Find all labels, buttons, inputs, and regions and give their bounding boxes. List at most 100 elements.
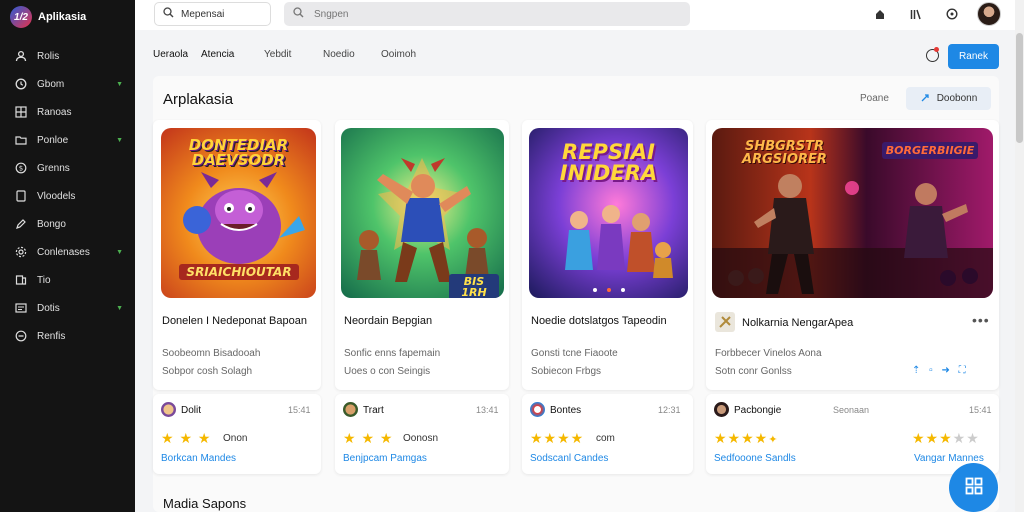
review-link[interactable]: Sedfooone Sandls <box>714 453 796 464</box>
dollar-icon: $ <box>14 161 28 175</box>
primary-action-button[interactable]: Ranek <box>948 44 999 69</box>
app-thumbnail[interactable]: REPSIAI INIDERA <box>529 128 688 298</box>
sidebar: 1/2 Aplikasia Rolis Gbom ▼ Ranoas Ponloe… <box>0 0 135 512</box>
review-time: 15:41 <box>969 405 992 415</box>
app-card[interactable]: BIS 1RH Neordain Bepgian Sonfic enns fap… <box>335 120 509 390</box>
app-meta: Uoes o con Seingis <box>344 366 431 377</box>
reviewer-name: Dolit <box>181 405 202 416</box>
sidebar-item-vloodels[interactable]: Vloodels <box>0 182 135 210</box>
more-options-icon[interactable]: ••• <box>972 312 990 328</box>
app-meta: Sobiecon Frbgs <box>531 366 602 377</box>
brand[interactable]: 1/2 Aplikasia <box>0 0 135 34</box>
app-card[interactable]: SHBGRSTR ARGSIORER BORGERBIIGIE Nolkarni… <box>706 120 999 390</box>
sidebar-item-label: Vloodels <box>37 190 76 202</box>
shield-icon <box>14 189 28 203</box>
review-card[interactable]: Dolit 15:41 ★ ★ ★ Onon Borkcan Mandes <box>153 394 321 474</box>
search-icon <box>293 7 304 21</box>
rating-stars: ★★★★✦ <box>714 430 779 446</box>
app-title[interactable]: Neordain Bepgian <box>344 314 504 328</box>
sidebar-item-renfis[interactable]: Renfis <box>0 322 135 350</box>
settings-icon[interactable] <box>945 7 959 21</box>
global-search-input[interactable] <box>314 8 614 20</box>
page-title: Arplakasia <box>163 91 234 108</box>
review-time: 12:31 <box>658 405 681 415</box>
sidebar-item-label: Ponloe <box>37 134 69 146</box>
reviewer-avatar <box>343 402 358 417</box>
thumbnail-title: DONTEDIAR DAEVSODR <box>188 136 289 169</box>
app-subtitle: Forbbecer Vinelos Aona <box>715 348 822 359</box>
review-card[interactable]: Trart 13:41 ★ ★ ★ Oonosn Benjpcam Pamgas <box>335 394 509 474</box>
chevron-down-icon[interactable]: ▼ <box>116 305 123 312</box>
app-title[interactable]: Donelen I Nedeponat Bapoan <box>162 314 312 328</box>
thumbnail-badge: SRIAICHIOUTAR <box>179 264 299 280</box>
sidebar-item-grenns[interactable]: $ Grenns <box>0 154 135 182</box>
app-name: Aplikasia <box>38 11 87 23</box>
sidebar-item-ranoas[interactable]: Ranoas <box>0 98 135 126</box>
review-time: 15:41 <box>288 405 311 415</box>
app-logo-icon: 1/2 <box>10 6 32 28</box>
review-time: Seonaan <box>833 405 870 415</box>
pen-icon <box>14 217 28 231</box>
sidebar-item-rolis[interactable]: Rolis <box>0 42 135 70</box>
search-box[interactable] <box>154 2 271 26</box>
app-title[interactable]: Noedie dotslatgos Tapeodin <box>531 314 691 328</box>
thumbnail-title: REPSIAI INIDERA <box>559 140 658 185</box>
folder-icon <box>14 133 28 147</box>
sidebar-item-label: Renfis <box>37 330 66 342</box>
sidebar-item-dotis[interactable]: Dotis ▼ <box>0 294 135 322</box>
chevron-down-icon[interactable]: ▼ <box>116 81 123 88</box>
app-mini-icon <box>715 312 735 332</box>
user-icon <box>14 49 28 63</box>
home-icon[interactable] <box>873 7 887 21</box>
app-subtitle: Gonsti tcne Fiaoote <box>531 348 618 359</box>
tab-atencia[interactable]: Atencia <box>201 49 234 60</box>
thumbnail-title: SHBGRSTR ARGSIORER <box>742 139 827 167</box>
top-bar <box>135 0 1024 30</box>
review-link[interactable]: Sodscanl Candes <box>530 453 608 464</box>
clock-icon <box>14 77 28 91</box>
share-actions-icon[interactable]: ⇡ ▫ ➜ ⛶ <box>912 365 969 376</box>
app-subtitle: Soobeomn Bisadooah <box>162 348 261 359</box>
grid-view-button[interactable] <box>949 463 998 512</box>
sub-header: Ueraola Atencia Yebdit Noedio Ooimoh Ran… <box>135 36 1005 72</box>
tab-yebdit[interactable]: Yebdit <box>264 49 291 60</box>
review-card[interactable]: Pacbongie Seonaan 15:41 ★★★★✦ ★★★★★ Sedf… <box>706 394 999 474</box>
app-thumbnail[interactable]: DONTEDIAR DAEVSODR SRIAICHIOUTAR <box>161 128 316 298</box>
tab-ooimoh[interactable]: Ooimoh <box>381 49 416 60</box>
panel-link[interactable]: Poane <box>860 93 889 104</box>
tab-ueraola[interactable]: Ueraola <box>153 49 188 60</box>
review-card[interactable]: Bontes 12:31 ★★★★ com Sodscanl Candes <box>522 394 693 474</box>
sidebar-item-label: Dotis <box>37 302 60 314</box>
svg-text:$: $ <box>19 165 23 173</box>
sidebar-item-gbom[interactable]: Gbom ▼ <box>0 70 135 98</box>
global-search-box[interactable] <box>284 2 690 26</box>
app-thumbnail[interactable]: BIS 1RH <box>341 128 504 298</box>
search-input[interactable] <box>181 8 261 20</box>
main-panel: Arplakasia Poane Doobonn DONTEDIAR DAEVS… <box>153 76 999 512</box>
app-card[interactable]: REPSIAI INIDERA Noedie dotslatgos Tapeod… <box>522 120 693 390</box>
app-card[interactable]: DONTEDIAR DAEVSODR SRIAICHIOUTAR Donelen… <box>153 120 321 390</box>
sidebar-item-tio[interactable]: Tio <box>0 266 135 294</box>
review-link[interactable]: Benjpcam Pamgas <box>343 453 427 464</box>
review-link[interactable]: Borkcan Mandes <box>161 453 236 464</box>
rating-label: com <box>596 433 615 444</box>
reviewer-name: Trart <box>363 405 384 416</box>
library-icon[interactable] <box>909 7 923 21</box>
avatar[interactable] <box>977 2 1001 26</box>
app-thumbnail[interactable]: SHBGRSTR ARGSIORER BORGERBIIGIE <box>712 128 993 298</box>
thumbnail-badge: BORGERBIIGIE <box>882 142 978 159</box>
panel-filter-button[interactable]: Doobonn <box>906 87 991 110</box>
app-title[interactable]: Nolkarnia NengarApea <box>742 316 942 330</box>
grid-icon <box>965 477 983 498</box>
gear-icon <box>14 245 28 259</box>
scrollbar-thumb[interactable] <box>1016 33 1023 143</box>
sidebar-item-ponloe[interactable]: Ponloe ▼ <box>0 126 135 154</box>
chevron-down-icon[interactable]: ▼ <box>116 249 123 256</box>
sidebar-nav: Rolis Gbom ▼ Ranoas Ponloe ▼ $ Grenns Vl… <box>0 42 135 350</box>
sidebar-item-label: Tio <box>37 274 51 286</box>
chevron-down-icon[interactable]: ▼ <box>116 137 123 144</box>
app-subtitle: Sonfic enns fapemain <box>344 348 441 359</box>
tab-noedio[interactable]: Noedio <box>323 49 355 60</box>
sidebar-item-bongo[interactable]: Bongo <box>0 210 135 238</box>
sidebar-item-conlenases[interactable]: Conlenases ▼ <box>0 238 135 266</box>
